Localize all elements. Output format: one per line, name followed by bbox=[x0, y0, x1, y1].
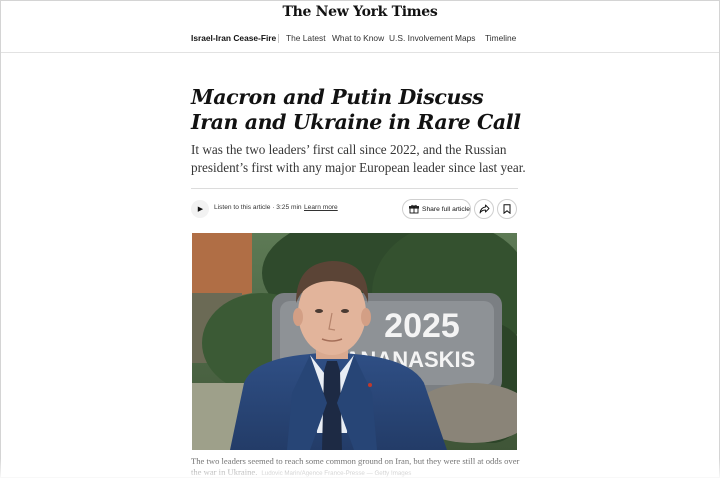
article-headline: Macron and Putin Discuss Iran and Ukrain… bbox=[191, 85, 521, 134]
nav-item-what-to-know[interactable]: What to Know bbox=[332, 33, 384, 43]
nav-divider bbox=[278, 34, 279, 43]
share-arrow-icon bbox=[479, 204, 489, 214]
article-summary: It was the two leaders’ first call since… bbox=[191, 142, 526, 175]
play-icon: ▶ bbox=[197, 205, 204, 213]
bookmark-icon bbox=[503, 204, 511, 214]
save-button[interactable] bbox=[497, 199, 517, 219]
learn-more-link[interactable]: Learn more bbox=[304, 204, 338, 211]
play-audio-button[interactable]: ▶ bbox=[191, 200, 209, 218]
sign-year: 2025 bbox=[384, 307, 460, 345]
share-full-article-button[interactable]: Share full article bbox=[402, 199, 471, 219]
share-full-article-label: Share full article bbox=[422, 205, 470, 213]
article-photo: 2025 KANANASKIS bbox=[192, 233, 517, 450]
nav-item-us-involvement[interactable]: U.S. Involvement bbox=[389, 33, 453, 43]
section-nav: Israel-Iran Cease-Fire The Latest What t… bbox=[0, 33, 720, 45]
nav-section-label[interactable]: Israel-Iran Cease-Fire bbox=[191, 33, 276, 43]
header-divider bbox=[1, 52, 719, 53]
article-toolbar: ▶ Listen to this article · 3:25 min Lear… bbox=[191, 199, 518, 219]
share-button[interactable] bbox=[474, 199, 494, 219]
gift-icon bbox=[409, 204, 419, 214]
listen-label: Listen to this article · 3:25 min bbox=[214, 204, 302, 211]
nav-item-timeline[interactable]: Timeline bbox=[485, 33, 516, 43]
photo-credit: Ludovic Marin/Agence France-Presse — Get… bbox=[261, 470, 412, 477]
nav-item-the-latest[interactable]: The Latest bbox=[286, 33, 326, 43]
nyt-logo[interactable]: The New York Times bbox=[0, 4, 720, 20]
photo-caption: The two leaders seemed to reach some com… bbox=[191, 456, 531, 478]
nav-item-maps[interactable]: Maps bbox=[455, 33, 475, 43]
photo-illustration: 2025 KANANASKIS bbox=[192, 233, 517, 450]
summary-divider bbox=[191, 188, 518, 189]
